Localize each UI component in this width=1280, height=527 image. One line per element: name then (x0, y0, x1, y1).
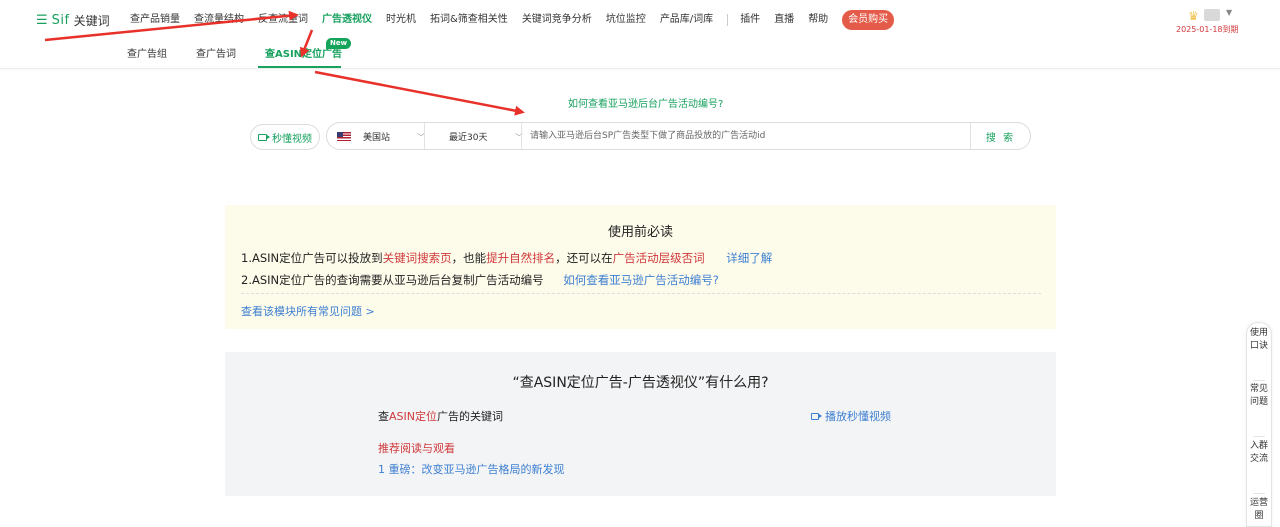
nav-item-ad-insight[interactable]: 广告透视仪 (322, 12, 372, 28)
date-range-value: 最近30天 (449, 132, 488, 143)
sub-tabs: 查广告组 查广告词 查ASIN定位广告 (0, 40, 1280, 69)
learn-more-link[interactable]: 详细了解 (726, 251, 772, 265)
nav-item-keyword-competition[interactable]: 关键词竞争分析 (522, 12, 592, 28)
avatar[interactable] (1204, 9, 1220, 21)
video-icon (811, 412, 822, 420)
side-item-join-group[interactable]: 入群交流 (1247, 440, 1271, 465)
annotation-arrow (314, 70, 525, 116)
new-badge: New (326, 38, 352, 49)
nav-item-time-machine[interactable]: 时光机 (386, 12, 416, 28)
menu-icon[interactable]: ☰ (36, 14, 48, 27)
divider (424, 123, 425, 149)
notice-text: ，还可以在 (555, 251, 613, 265)
notice-title: 使用前必读 (607, 225, 673, 240)
recommended-article-link[interactable]: 1 重磅：改变亚马逊广告格局的新发现 (378, 461, 565, 477)
nav-item-reverse-keywords[interactable]: 反查流量词 (258, 12, 308, 28)
logo[interactable]: ☰ Sif 关键词 (36, 11, 110, 29)
date-range-select[interactable]: 最近30天 ﹀ (435, 123, 523, 149)
crown-icon: ♛ (1188, 9, 1199, 23)
divider (1253, 380, 1265, 381)
usage-highlight: ASIN定位 (389, 410, 437, 423)
search-bar: 美国站 ﹀ 最近30天 ﹀ 搜 索 (326, 122, 1031, 150)
divider (1253, 493, 1265, 494)
side-toolbar: 使用口诀 常见问题 入群交流 运营圈 (1246, 322, 1272, 527)
notice-highlight: 关键词搜索页 (382, 251, 452, 265)
nav-menu: 查产品销量 查流量结构 反查流量词 广告透视仪 时光机 拓词&筛查相关性 关键词… (130, 10, 895, 30)
nav-divider (727, 14, 729, 26)
divider (521, 123, 522, 149)
membership-expire-date: 2025-01-18到期 (1176, 25, 1239, 34)
quick-video-button[interactable]: 秒懂视频 (250, 124, 320, 150)
notice-line-2: 2.ASIN定位广告的查询需要从亚马逊后台复制广告活动编号 如何查看亚马逊广告活… (241, 272, 719, 288)
user-menu[interactable]: ♛ ▼ 2025-01-18到期 (1176, 8, 1246, 36)
site-select-value: 美国站 (363, 132, 391, 143)
must-read-panel: 使用前必读 1.ASIN定位广告可以投放到关键词搜索页，也能提升自然排名，还可以… (225, 205, 1056, 329)
nav-item-plugin[interactable]: 插件 (740, 12, 760, 28)
usage-title: “查ASIN定位广告-广告透视仪”有什么用? (512, 375, 769, 391)
notice-line-1: 1.ASIN定位广告可以投放到关键词搜索页，也能提升自然排名，还可以在广告活动层… (241, 250, 772, 266)
play-video-link[interactable]: 播放秒懂视频 (811, 408, 891, 424)
notice-highlight: 提升自然排名 (486, 251, 556, 265)
nav-item-product-library[interactable]: 产品库/词库 (660, 12, 713, 28)
site-select[interactable]: 美国站 ﹀ (337, 123, 425, 149)
quick-video-label: 秒懂视频 (272, 133, 312, 145)
usage-panel: “查ASIN定位广告-广告透视仪”有什么用? 查ASIN定位广告的关键词 播放秒… (225, 352, 1056, 496)
nav-item-slot-monitor[interactable]: 坑位监控 (606, 12, 646, 28)
usage-text: 广告的关键词 (436, 410, 503, 423)
recommended-heading: 推荐阅读与观看 (378, 442, 455, 455)
campaign-id-input[interactable] (530, 127, 966, 145)
notice-text: ，也能 (451, 251, 487, 265)
active-tab-indicator (258, 66, 341, 68)
tab-asin-targeting-ad[interactable]: 查ASIN定位广告 (265, 48, 342, 62)
search-button[interactable]: 搜 索 (970, 123, 1030, 149)
nav-item-live[interactable]: 直播 (774, 12, 794, 28)
side-item-faq[interactable]: 常见问题 (1247, 383, 1271, 408)
notice-text: 2.ASIN定位广告的查询需要从亚马逊后台复制广告活动编号 (241, 273, 544, 287)
campaign-id-help-link[interactable]: 如何查看亚马逊后台广告活动编号? (568, 95, 723, 110)
side-item-usage-tips[interactable]: 使用口诀 (1247, 327, 1271, 352)
play-video-label: 播放秒懂视频 (825, 410, 891, 423)
nav-item-product-sales[interactable]: 查产品销量 (130, 12, 180, 28)
member-purchase-button[interactable]: 会员购买 (842, 10, 895, 30)
us-flag-icon (337, 131, 351, 141)
usage-text: 查 (378, 410, 389, 423)
tab-ad-group[interactable]: 查广告组 (127, 48, 167, 62)
top-navbar: ☰ Sif 关键词 查产品销量 查流量结构 反查流量词 广告透视仪 时光机 拓词… (0, 0, 1280, 40)
notice-highlight: 广告活动层级否词 (612, 251, 705, 265)
side-item-ops-circle[interactable]: 运营圈 (1247, 497, 1271, 522)
video-icon (258, 133, 270, 141)
divider (1253, 436, 1265, 437)
campaign-id-guide-link[interactable]: 如何查看亚马逊广告活动编号? (563, 273, 719, 287)
notice-text: 1.ASIN定位广告可以投放到 (241, 251, 383, 265)
chevron-down-icon[interactable]: ▼ (1226, 8, 1232, 17)
brand-name: Sif (51, 12, 70, 28)
usage-keyword-text: 查ASIN定位广告的关键词 (378, 408, 503, 424)
nav-item-help[interactable]: 帮助 (808, 12, 828, 28)
tab-ad-keyword[interactable]: 查广告词 (196, 48, 236, 62)
divider (241, 293, 1041, 294)
faq-link[interactable]: 查看该模块所有常见问题 > (241, 303, 375, 319)
nav-item-keyword-expansion[interactable]: 拓词&筛查相关性 (430, 12, 508, 28)
brand-suffix: 关键词 (73, 13, 110, 28)
nav-item-traffic-structure[interactable]: 查流量结构 (194, 12, 244, 28)
